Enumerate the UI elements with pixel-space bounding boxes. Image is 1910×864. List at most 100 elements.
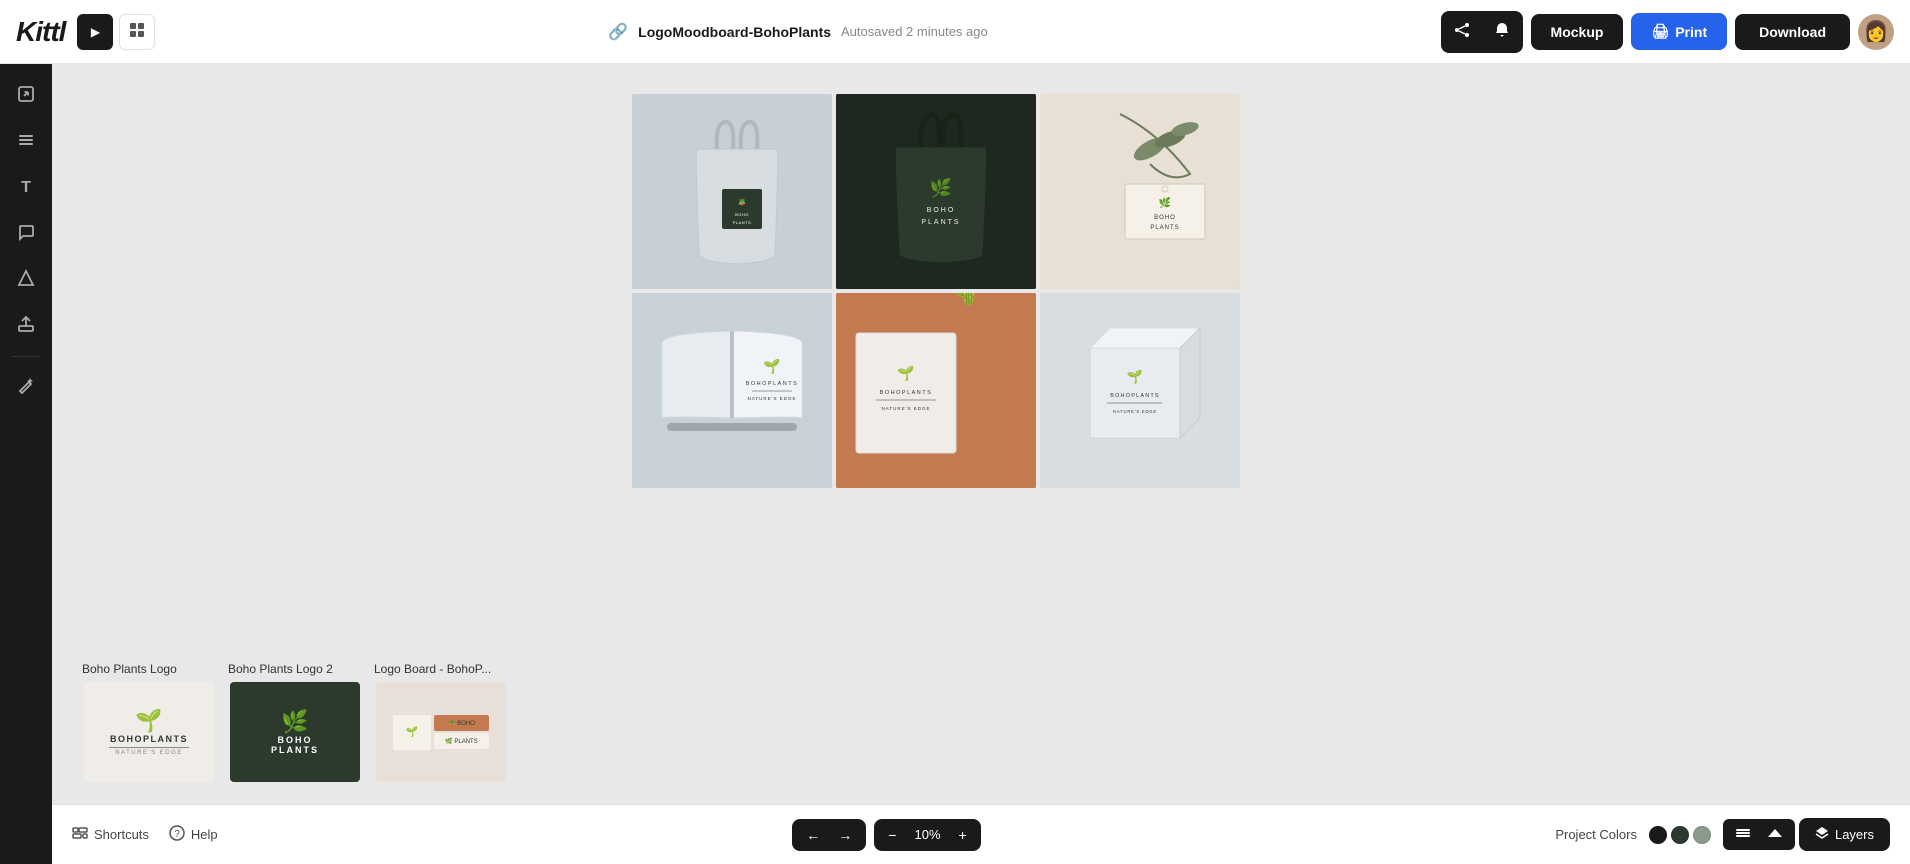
bell-icon (1494, 22, 1510, 41)
tote-light-svg: 🪴 BOHO PLANTS (632, 94, 832, 289)
thumbnail-label-2: Boho Plants Logo 2 (228, 662, 362, 676)
file-name: LogoMoodboard-BohoPlants (638, 24, 831, 40)
sidebar-item-text[interactable]: T (6, 168, 46, 208)
tote-dark-svg: 🌿 BOHO PLANTS (836, 94, 1036, 289)
zoom-controls: − 10% + (874, 819, 980, 851)
mockup-grid: 🪴 BOHO PLANTS (632, 94, 1240, 488)
book-svg: 🌱 BOHOPLANTS NATURE'S EDGE (632, 293, 832, 488)
svg-text:NATURE'S EDGE: NATURE'S EDGE (747, 396, 796, 401)
svg-text:BOHOPLANTS: BOHOPLANTS (746, 381, 799, 387)
svg-text:🌵: 🌵 (946, 293, 991, 306)
topbar: Kittl ▶ 🔗 LogoMoodboard-BohoPlants Autos… (0, 0, 1910, 64)
svg-text:🌱: 🌱 (763, 358, 780, 375)
thumbnail-image-3[interactable]: 🌱 🪴 BOHO 🌿 PLANTS (374, 680, 508, 784)
layers-controls: Layers (1723, 818, 1890, 851)
avatar-image: 👩 (1864, 19, 1889, 44)
zoom-minus-button[interactable]: − (880, 823, 904, 847)
share-button[interactable] (1444, 14, 1480, 50)
swatch-3[interactable] (1693, 826, 1711, 844)
magic-icon (17, 376, 35, 399)
layers-icon-btn-1[interactable] (1729, 823, 1757, 846)
thumbnail-item-1[interactable]: Boho Plants Logo 🌱 BOHOPLANTS NATURE'S E… (82, 662, 216, 784)
play-button[interactable]: ▶ (77, 14, 113, 50)
mockup-cell-box[interactable]: 🌱 BOHOPLANTS NATURE'S EDGE (1040, 293, 1240, 488)
shortcuts-icon (72, 825, 88, 844)
thumbnails-panel: Boho Plants Logo 🌱 BOHOPLANTS NATURE'S E… (82, 662, 508, 784)
thumbnail-image-1[interactable]: 🌱 BOHOPLANTS NATURE'S EDGE (82, 680, 216, 784)
link-icon: 🔗 (608, 22, 628, 42)
sidebar-item-upload[interactable] (6, 306, 46, 346)
layers-btn-label: Layers (1835, 827, 1874, 842)
mockup-cell-notebook[interactable]: 🌵 🌱 BOHOPLANTS NATURE'S EDGE (836, 293, 1036, 488)
layers-btn-icon (1815, 826, 1829, 843)
user-avatar[interactable]: 👩 (1858, 14, 1894, 50)
share-icon (1454, 22, 1470, 41)
grid-view-button[interactable] (119, 14, 155, 50)
layers-icon-btn-2[interactable] (1761, 823, 1789, 846)
autosave-status: Autosaved 2 minutes ago (841, 24, 988, 39)
svg-text:🌿: 🌿 (930, 177, 952, 198)
svg-text:🌱: 🌱 (897, 365, 914, 382)
shapes-icon (17, 269, 35, 292)
left-sidebar: T (0, 64, 52, 864)
sidebar-item-layers-panel[interactable] (6, 122, 46, 162)
sidebar-item-external-link[interactable] (6, 76, 46, 116)
thumbnail-label-1: Boho Plants Logo (82, 662, 216, 676)
svg-text:BOHOPLANTS: BOHOPLANTS (880, 390, 933, 396)
svg-text:🪴: 🪴 (738, 197, 747, 206)
thumbnail-item-2[interactable]: Boho Plants Logo 2 🌿 BOHO PLANTS (228, 662, 362, 784)
bottom-right: Project Colors (1555, 818, 1890, 851)
bottom-center: ← → − 10% + (792, 819, 980, 851)
zoom-plus-icon: + (959, 827, 967, 843)
shortcuts-label: Shortcuts (94, 827, 149, 842)
bottom-bar: Shortcuts ? Help ← → − (52, 804, 1910, 864)
thumbnail-image-2[interactable]: 🌿 BOHO PLANTS (228, 680, 362, 784)
sidebar-item-magic[interactable] (6, 367, 46, 407)
topbar-center: 🔗 LogoMoodboard-BohoPlants Autosaved 2 m… (155, 22, 1440, 42)
swatch-2[interactable] (1671, 826, 1689, 844)
zoom-minus-icon: − (888, 827, 896, 843)
mockup-cell-tag[interactable]: 🌿 BOHO PLANTS (1040, 94, 1240, 289)
zoom-plus-button[interactable]: + (951, 823, 975, 847)
play-icon: ▶ (91, 25, 100, 39)
nav-back-button[interactable]: ← (798, 823, 828, 847)
upload-icon (17, 315, 35, 338)
help-button[interactable]: ? Help (169, 825, 218, 844)
svg-text:BOHO: BOHO (927, 207, 956, 214)
swatch-1[interactable] (1649, 826, 1667, 844)
box-svg: 🌱 BOHOPLANTS NATURE'S EDGE (1040, 293, 1240, 488)
svg-text:🌱: 🌱 (1127, 369, 1143, 384)
nav-forward-icon: → (838, 827, 852, 843)
layers-button[interactable]: Layers (1799, 818, 1890, 851)
sidebar-divider (12, 356, 40, 357)
mockup-cell-tote-dark[interactable]: 🌿 BOHO PLANTS (836, 94, 1036, 289)
print-icon: 🖨 (1651, 23, 1669, 40)
topbar-right: Mockup 🖨 Print Download 👩 (1441, 11, 1894, 53)
help-icon: ? (169, 825, 185, 844)
mockup-cell-tote-light[interactable]: 🪴 BOHO PLANTS (632, 94, 832, 289)
bell-button[interactable] (1484, 14, 1520, 50)
thumbnail-label-3: Logo Board - BohoP... (374, 662, 508, 676)
mockup-button[interactable]: Mockup (1531, 14, 1624, 50)
notebook-svg: 🌵 🌱 BOHOPLANTS NATURE'S EDGE (836, 293, 1036, 488)
sidebar-item-shapes[interactable] (6, 260, 46, 300)
nav-controls: ← → (792, 819, 866, 851)
project-colors-label: Project Colors (1555, 827, 1637, 842)
color-swatches (1649, 826, 1711, 844)
text-icon: T (21, 179, 31, 197)
external-link-icon (17, 85, 35, 108)
shortcuts-button[interactable]: Shortcuts (72, 825, 149, 844)
app-logo: Kittl (16, 16, 65, 48)
thumbnail-item-3[interactable]: Logo Board - BohoP... 🌱 🪴 BOHO 🌿 PLANTS (374, 662, 508, 784)
topbar-left: Kittl ▶ (16, 14, 155, 50)
print-button[interactable]: 🖨 Print (1631, 13, 1727, 50)
help-label: Help (191, 827, 218, 842)
mockup-cell-book[interactable]: 🌱 BOHOPLANTS NATURE'S EDGE (632, 293, 832, 488)
svg-text:NATURE'S EDGE: NATURE'S EDGE (1113, 409, 1157, 414)
svg-text:PLANTS: PLANTS (1150, 225, 1179, 231)
download-button[interactable]: Download (1735, 14, 1850, 50)
grid-icon (129, 22, 145, 41)
topbar-tools: ▶ (77, 14, 155, 50)
sidebar-item-chat[interactable] (6, 214, 46, 254)
nav-forward-button[interactable]: → (830, 823, 860, 847)
